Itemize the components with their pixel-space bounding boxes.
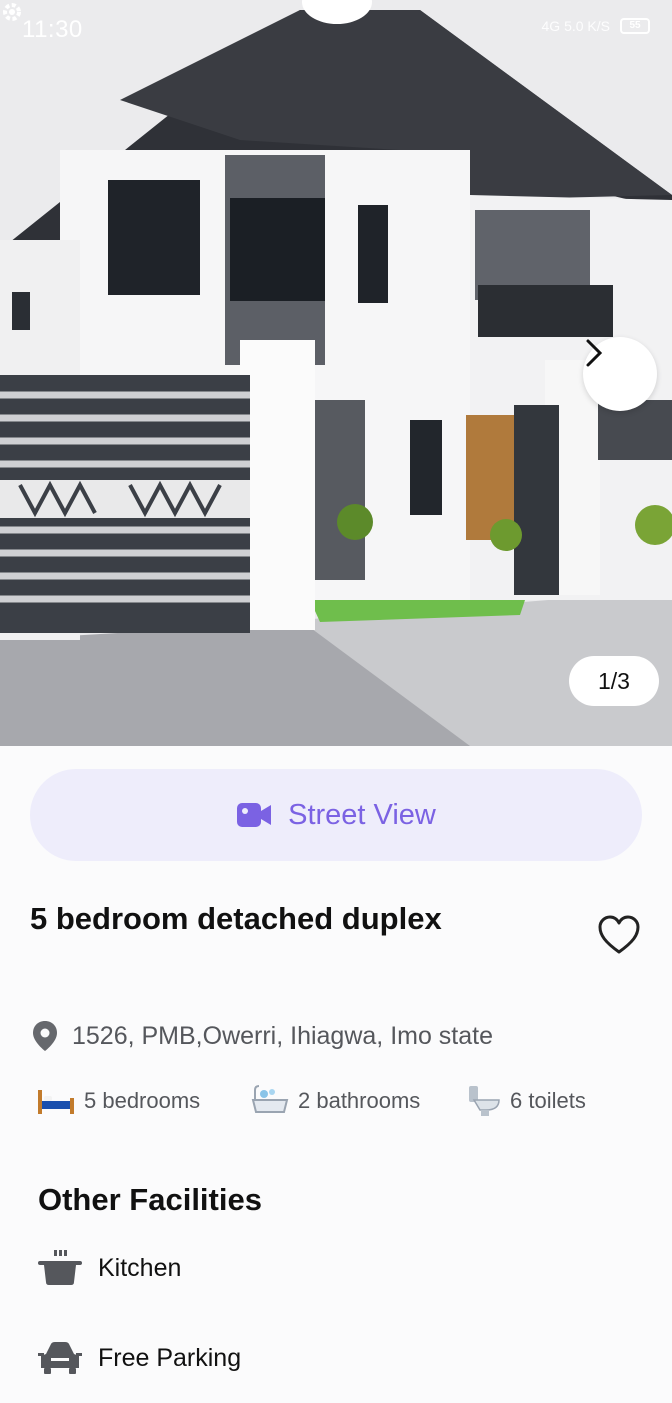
network-indicator: 4G 5.0 K/S — [541, 18, 610, 34]
bathtub-icon — [251, 1085, 289, 1113]
house-photo-illustration — [0, 0, 672, 746]
property-photo[interactable]: 11:30 4G 5.0 K/S 55 1/3 — [0, 0, 672, 746]
status-time: 11:30 — [22, 16, 83, 43]
battery-icon: 55 — [620, 18, 650, 34]
feature-label: 6 toilets — [510, 1088, 586, 1113]
facility-label: Kitchen — [98, 1253, 182, 1282]
facility-kitchen: Kitchen — [38, 1248, 181, 1288]
location-pin-icon — [33, 1021, 57, 1051]
status-indicators: 4G 5.0 K/S 55 — [542, 18, 650, 34]
status-bar: 11:30 4G 5.0 K/S 55 — [0, 0, 672, 62]
favorite-heart-icon[interactable] — [597, 914, 641, 956]
bed-icon — [38, 1090, 74, 1114]
listing-address: 1526, PMB,Owerri, Ihiagwa, Imo state — [32, 1020, 493, 1052]
car-icon — [38, 1342, 82, 1374]
next-photo-button[interactable] — [583, 337, 657, 411]
toilet-icon — [469, 1086, 500, 1116]
address-text: 1526, PMB,Owerri, Ihiagwa, Imo state — [72, 1021, 494, 1050]
feature-bathrooms: 2 bathrooms — [250, 1078, 420, 1124]
street-view-label: Street View — [288, 798, 436, 831]
facilities-title: Other Facilities — [38, 1182, 262, 1217]
chevron-right-icon — [586, 339, 603, 367]
listing-title: 5 bedroom detached duplex — [30, 901, 442, 936]
feature-list: 5 bedrooms 2 bathrooms 6 toilets — [36, 1078, 656, 1124]
gear-icon — [3, 3, 21, 21]
facility-free-parking: Free Parking — [38, 1338, 241, 1378]
facility-label: Free Parking — [98, 1343, 242, 1372]
street-view-button[interactable]: Street View — [30, 769, 642, 861]
feature-bedrooms: 5 bedrooms — [36, 1078, 200, 1124]
feature-toilets: 6 toilets — [466, 1078, 586, 1124]
video-camera-icon — [237, 803, 272, 827]
feature-label: 2 bathrooms — [298, 1088, 421, 1113]
feature-label: 5 bedrooms — [84, 1088, 201, 1113]
photo-counter: 1/3 — [569, 656, 659, 706]
cooking-pot-icon — [38, 1250, 82, 1285]
